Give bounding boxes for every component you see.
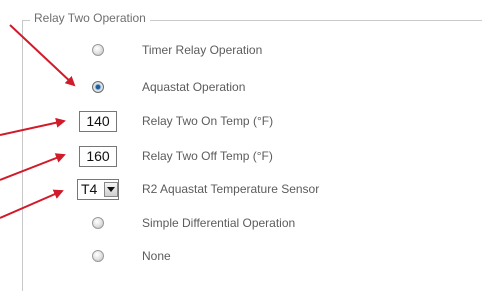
- arrow-to-sensor: [0, 189, 64, 219]
- arrow-to-aquastat: [9, 24, 76, 87]
- annotation-arrows: [0, 24, 76, 219]
- arrow-to-off-temp: [0, 153, 66, 181]
- arrow-to-on-temp: [0, 117, 66, 136]
